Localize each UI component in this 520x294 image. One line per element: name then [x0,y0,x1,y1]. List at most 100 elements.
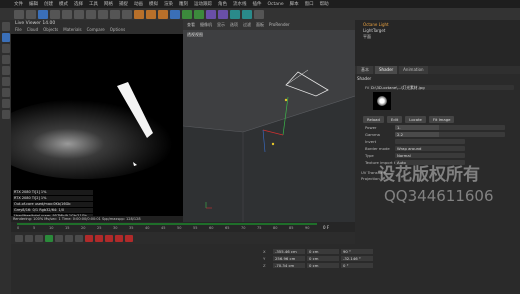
menu-item[interactable]: 角色 [218,1,227,7]
viewport-menu-item[interactable]: 面板 [256,22,264,28]
next-frame-icon[interactable] [55,234,63,242]
coord-position-field[interactable]: -70.34 cm [273,262,305,268]
menu-item[interactable]: 模式 [59,1,68,7]
viewport-menu-item[interactable]: 查看 [187,22,195,28]
attribute-tab[interactable]: Shader [375,66,398,74]
attribute-tab[interactable]: 基本 [357,66,373,74]
snap-icon[interactable] [1,88,10,97]
rotate-icon[interactable] [74,9,84,19]
first-frame-icon[interactable] [15,234,23,242]
render-icon[interactable] [146,9,156,19]
menu-item[interactable]: 运动跟踪 [194,1,212,7]
cube-icon[interactable] [170,9,180,19]
workplane-icon[interactable] [1,99,10,108]
viewport-menu-item[interactable]: 摄像机 [200,22,212,28]
record-icon[interactable] [85,234,93,242]
texture-mode-icon[interactable] [1,33,10,42]
viewport-menu-item[interactable]: 过滤 [243,22,251,28]
nurbs-icon[interactable] [194,9,204,19]
axis-x-icon[interactable] [86,9,96,19]
menu-item[interactable]: 工具 [89,1,98,7]
menu-item[interactable]: Octane [268,2,284,7]
deformer-icon[interactable] [218,9,228,19]
texture-button[interactable]: Fit Image [428,116,455,123]
undo-icon[interactable] [14,9,24,19]
param-row[interactable]: Invert [355,138,520,144]
axis-y-icon[interactable] [98,9,108,19]
live-viewer-menu-item[interactable]: File [15,27,22,32]
key-position-icon[interactable] [105,234,113,242]
last-frame-icon[interactable] [75,234,83,242]
coord-rotation-field[interactable]: -32.146 ° [341,255,373,261]
spline-icon[interactable] [182,9,192,19]
viewport-menu-item[interactable]: 选项 [230,22,238,28]
viewport-canvas[interactable]: 透视视图 [183,30,355,222]
select-icon[interactable] [38,9,48,19]
coord-system-icon[interactable] [122,9,132,19]
menu-item[interactable]: 帮助 [320,1,329,7]
menu-item[interactable]: 选择 [74,1,83,7]
menu-item[interactable]: 插件 [253,1,262,7]
texture-button[interactable]: Reload [363,116,384,123]
coord-size-field[interactable]: 0 cm [307,248,339,254]
param-row[interactable]: Gamma 2.2 [355,131,520,137]
lock-icon[interactable] [1,110,10,119]
coord-position-field[interactable]: -355.46 cm [273,248,305,254]
polygon-mode-icon[interactable] [1,66,10,75]
texture-button[interactable]: Locate [405,116,426,123]
menu-item[interactable]: 流水线 [233,1,247,7]
texture-path-field[interactable]: File D:\3D-octane\...\灯光素材.jpg [355,84,520,90]
menu-item[interactable]: 文件 [14,1,23,7]
axis-mode-icon[interactable] [1,77,10,86]
param-value[interactable]: 1. [395,124,505,130]
menu-item[interactable]: 雕刻 [179,1,188,7]
live-viewer-menu-item[interactable]: Materials [63,27,81,32]
viewport-menu-item[interactable]: 显示 [217,22,225,28]
projection-label[interactable]: Projection [361,176,380,181]
key-rotation-icon[interactable] [125,234,133,242]
camera-icon[interactable] [242,9,252,19]
param-value[interactable]: Wrap around [395,145,465,151]
menu-item[interactable]: 窗口 [305,1,314,7]
live-viewer-menu-item[interactable]: Compare [87,27,105,32]
object-item[interactable]: 平面 [363,34,389,40]
menu-item[interactable]: 渲染 [164,1,173,7]
scale-icon[interactable] [62,9,72,19]
texture-button[interactable]: Edit [386,116,403,123]
param-row[interactable]: Type Normal [355,152,520,158]
play-icon[interactable] [45,234,53,242]
live-viewer-menu-item[interactable]: Cloud [27,27,38,32]
menu-item[interactable]: 捕捉 [119,1,128,7]
key-scale-icon[interactable] [115,234,123,242]
next-key-icon[interactable] [65,234,73,242]
live-viewer-menu-item[interactable]: Objects [43,27,58,32]
menu-item[interactable]: 创建 [44,1,53,7]
render-settings-icon[interactable] [158,9,168,19]
param-value[interactable]: 2.2 [395,131,505,137]
coord-size-field[interactable]: 0 cm [307,255,339,261]
attribute-tab[interactable]: Animation [399,66,428,74]
autokey-icon[interactable] [95,234,103,242]
coord-position-field[interactable]: 256.96 cm [273,255,305,261]
point-mode-icon[interactable] [1,44,10,53]
menu-item[interactable]: 脚本 [290,1,299,7]
menu-item[interactable]: 模拟 [149,1,158,7]
param-row[interactable]: Border mode Wrap around [355,145,520,151]
prev-frame-icon[interactable] [35,234,43,242]
coord-rotation-field[interactable]: 90 ° [341,248,373,254]
live-viewer-canvas[interactable]: RTX 2080 Ti[1] 1% RTX 2080 Ti[2] 1% Out-of… [11,34,183,222]
coord-size-field[interactable]: 0 cm [307,262,339,268]
render-view-icon[interactable] [134,9,144,19]
light-icon[interactable] [254,9,264,19]
param-value[interactable]: Normal [395,152,465,158]
menu-item[interactable]: 网格 [104,1,113,7]
array-icon[interactable] [206,9,216,19]
menu-item[interactable]: 编辑 [29,1,38,7]
menu-item[interactable]: 动画 [134,1,143,7]
model-mode-icon[interactable] [1,22,10,31]
param-value[interactable] [395,138,465,144]
redo-icon[interactable] [26,9,36,19]
coord-rotation-field[interactable]: 0 ° [341,262,373,268]
viewport-menu-item[interactable]: ProRender [269,22,290,28]
param-row[interactable]: Power 1. [355,124,520,130]
